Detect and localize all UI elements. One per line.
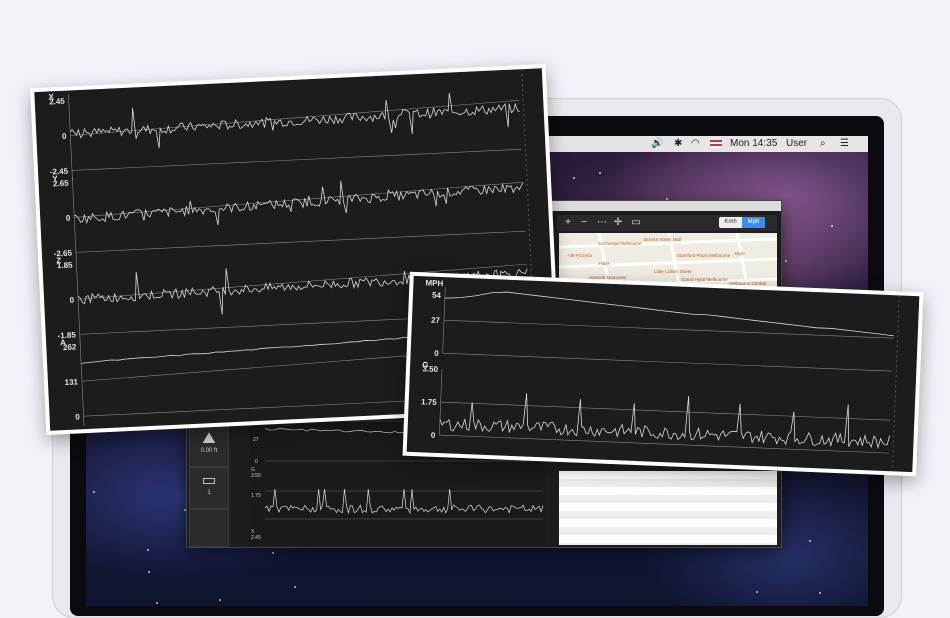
list-icon[interactable]: ☰ bbox=[840, 138, 849, 149]
tick-label: 2.65 bbox=[53, 179, 70, 189]
zoom-out-button[interactable]: − bbox=[577, 216, 591, 229]
elevation-tool[interactable]: ⛰ 0.00 ft bbox=[189, 425, 229, 467]
map-label: Myer bbox=[735, 251, 746, 256]
grid-line bbox=[70, 100, 520, 136]
map-label: Little Collins Street bbox=[654, 269, 692, 274]
tick-label: 0 bbox=[69, 295, 74, 304]
blank-tool[interactable] bbox=[189, 509, 229, 547]
speed-g-chart: MPH54270G3.501.750 bbox=[421, 278, 900, 472]
tick-label: 1.75 bbox=[421, 397, 437, 407]
tick-label: 0 bbox=[66, 214, 71, 223]
grid-line bbox=[443, 319, 894, 339]
menubar-clock[interactable]: Mon 14:35 bbox=[730, 138, 777, 149]
folder-icon: ▭ bbox=[201, 472, 217, 489]
track-list[interactable] bbox=[559, 471, 777, 545]
star bbox=[755, 591, 758, 594]
star bbox=[572, 176, 575, 179]
folder-count: 1 bbox=[207, 490, 211, 496]
crosshair-button[interactable]: ✛ bbox=[611, 216, 625, 229]
tick-label: 54 bbox=[432, 291, 442, 300]
grid-line bbox=[75, 230, 526, 253]
volume-icon[interactable]: 🔊 bbox=[651, 138, 663, 149]
tick-label: 0 bbox=[431, 431, 436, 440]
bluetooth-icon[interactable]: ✱ bbox=[674, 138, 682, 149]
star bbox=[598, 171, 601, 174]
map-label: Stamford Plaza Melbourne bbox=[677, 253, 731, 258]
grid-line bbox=[442, 352, 893, 372]
y-axis bbox=[68, 94, 73, 181]
star bbox=[147, 549, 150, 552]
search-icon[interactable]: ⌕ bbox=[820, 138, 826, 149]
tick-label: 131 bbox=[64, 377, 78, 387]
tick-label: 0 bbox=[62, 132, 67, 141]
grid-line bbox=[440, 401, 891, 421]
speed-unit-toggle[interactable]: Kmh Mph bbox=[719, 217, 765, 228]
terrain-icon: ⛰ bbox=[202, 430, 216, 447]
speed-g-chart-card: MPH 54 27 0 G 3.50 1.75 0 bbox=[402, 271, 924, 477]
menubar-user[interactable]: User bbox=[786, 138, 807, 149]
map-label: H&M bbox=[599, 261, 609, 266]
tick-label: 0 bbox=[75, 412, 80, 421]
time-cursor bbox=[891, 295, 900, 472]
tick-label: 2.45 bbox=[49, 97, 66, 107]
mini-tick-label: 2.45 bbox=[251, 535, 261, 541]
star bbox=[785, 260, 788, 263]
star bbox=[272, 551, 275, 554]
mini-g-line bbox=[264, 488, 544, 515]
tick-label: 262 bbox=[63, 342, 77, 352]
wifi-icon[interactable]: ◠ bbox=[691, 138, 700, 149]
grid-line bbox=[72, 148, 522, 171]
car-icon[interactable]: ▭ bbox=[629, 216, 643, 229]
mini-tick-label: 0 bbox=[255, 459, 258, 465]
star bbox=[148, 571, 151, 574]
series-line-x bbox=[69, 92, 520, 149]
map-toolbar: + − ⋯ ✛ ▭ Kmh Mph bbox=[557, 215, 777, 231]
grid-button[interactable]: ⋯ bbox=[595, 216, 609, 229]
kmh-option[interactable]: Kmh bbox=[719, 218, 742, 227]
mini-tick-label: 3.50 bbox=[251, 473, 261, 479]
mini-tick-label: 27 bbox=[253, 437, 259, 443]
map-label: +39 Pizzeria bbox=[567, 253, 592, 258]
tick-label: 3.50 bbox=[422, 364, 438, 374]
y-axis bbox=[79, 340, 85, 427]
mini-tick-label: 1.75 bbox=[251, 493, 261, 499]
star bbox=[294, 585, 297, 588]
axis-name: MPH bbox=[425, 278, 443, 288]
star bbox=[218, 599, 221, 602]
star bbox=[92, 491, 95, 494]
elevation-value: 0.00 ft bbox=[200, 448, 218, 454]
star bbox=[831, 224, 834, 227]
map-label: Grand Hyatt Melbourne bbox=[681, 277, 728, 282]
tick-label: 0 bbox=[434, 349, 439, 358]
map-label: Exchange Melbourne bbox=[599, 241, 642, 246]
tick-label: 27 bbox=[431, 316, 441, 325]
star bbox=[808, 540, 811, 543]
map-label: Bourke Street Mall bbox=[644, 237, 681, 242]
star bbox=[155, 601, 158, 604]
mph-option[interactable]: Mph bbox=[742, 217, 765, 228]
zoom-in-button[interactable]: + bbox=[561, 216, 575, 229]
y-axis bbox=[75, 258, 81, 345]
folder-tool[interactable]: ▭ 1 bbox=[189, 467, 229, 509]
y-axis bbox=[72, 176, 77, 263]
tick-label: 1.85 bbox=[57, 261, 74, 271]
series-line-mph bbox=[444, 291, 894, 337]
flag-us-icon[interactable] bbox=[710, 140, 722, 148]
series-line-y bbox=[74, 180, 524, 226]
